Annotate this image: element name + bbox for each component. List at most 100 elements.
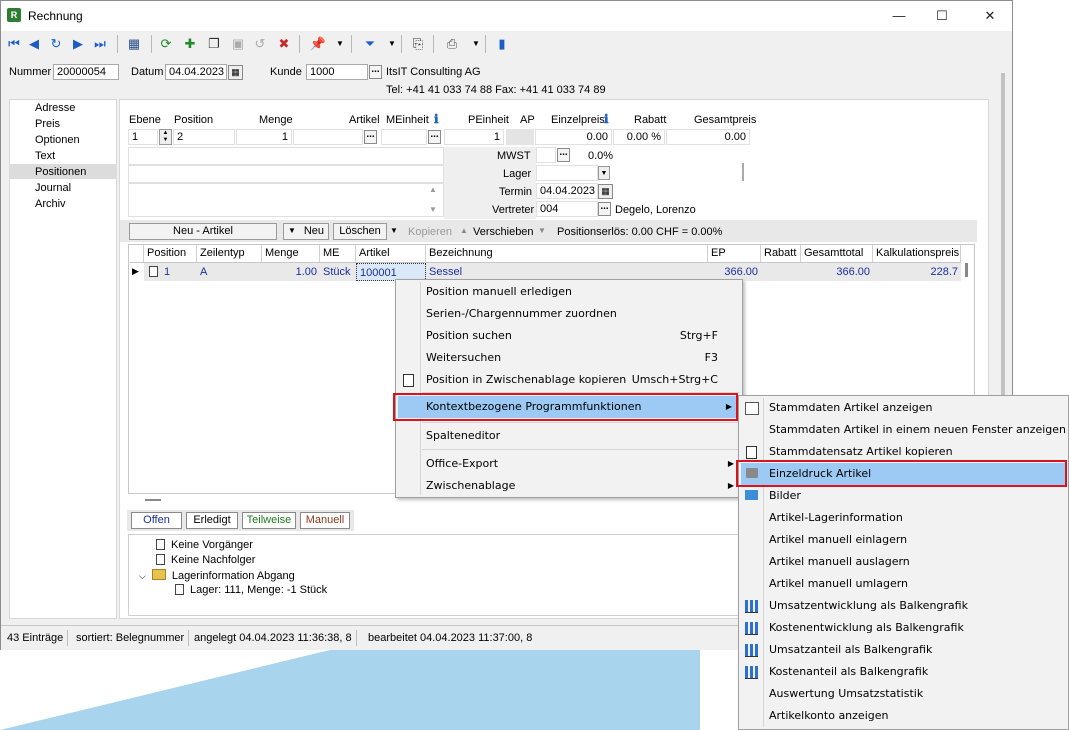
submenu-item-auslagern[interactable]: Artikel manuell auslagern	[739, 551, 1068, 573]
save-disk-icon[interactable]: ▮	[493, 35, 511, 53]
minimize-button[interactable]: —	[876, 1, 922, 31]
grid-header-kalkulationspreis[interactable]: Kalkulationspreis	[873, 245, 961, 262]
submenu-item-lagerinformation[interactable]: Artikel-Lagerinformation	[739, 507, 1068, 529]
first-record-icon[interactable]: ⏮	[5, 35, 23, 53]
lager-select[interactable]	[536, 165, 598, 181]
save-icon[interactable]: ▣	[229, 35, 247, 53]
submenu-item-stammdaten-neues-fenster[interactable]: Stammdaten Artikel in einem neuen Fenste…	[739, 419, 1068, 441]
undo-icon[interactable]: ↺	[251, 35, 269, 53]
cell-menge[interactable]: 1.00	[262, 263, 320, 281]
nav-item-positionen[interactable]: Positionen	[35, 166, 86, 178]
cell-position[interactable]: 1	[161, 263, 197, 281]
copy-record-icon[interactable]: ❐	[205, 35, 223, 53]
grid-header-ep[interactable]: EP	[708, 245, 761, 262]
datum-field[interactable]: 04.04.2023	[165, 64, 227, 80]
submenu-item-einlagern[interactable]: Artikel manuell einlagern	[739, 529, 1068, 551]
neu-artikel-button[interactable]: Neu - Artikel	[129, 223, 277, 240]
calendar-icon[interactable]: ▦	[598, 184, 613, 199]
grid-header-gesamttotal[interactable]: Gesamttotal	[801, 245, 873, 262]
termin-field[interactable]: 04.04.2023	[536, 183, 598, 199]
kunde-lookup-button[interactable]: ...	[369, 65, 382, 79]
mwst-code-field[interactable]	[536, 147, 556, 163]
grid-header-menge[interactable]: Menge	[262, 245, 320, 262]
previous-record-icon[interactable]: ◀	[25, 35, 43, 53]
print-icon[interactable]: ⎙	[443, 35, 461, 53]
vertreter-field[interactable]: 004	[536, 201, 598, 217]
document-search-icon[interactable]: ⎘	[409, 35, 427, 53]
grid-header-zeilentyp[interactable]: Zeilentyp	[197, 245, 262, 262]
position-spinner[interactable]: ▲ ▼	[159, 129, 172, 145]
maximize-button[interactable]: ☐	[919, 1, 965, 31]
tab-teilweise[interactable]: Teilweise	[242, 512, 296, 529]
nav-item-adresse[interactable]: Adresse	[35, 102, 75, 114]
kopieren-button[interactable]: Kopieren	[408, 226, 452, 238]
tab-manuell[interactable]: Manuell	[300, 512, 350, 529]
mwst-lookup-button[interactable]: ...	[557, 148, 570, 162]
nummer-field[interactable]: 20000054	[53, 64, 119, 80]
grid-header-artikel[interactable]: Artikel	[356, 245, 426, 262]
tree-item-lager[interactable]: Lager: 111, Menge: -1 Stück	[175, 584, 327, 596]
table-view-icon[interactable]: ▦	[125, 35, 143, 53]
last-record-icon[interactable]: ⏭	[91, 35, 109, 53]
submenu-item-umlagern[interactable]: Artikel manuell umlagern	[739, 573, 1068, 595]
meinheit-field[interactable]	[381, 129, 427, 145]
text-line-1[interactable]	[128, 147, 444, 165]
grid-scrollbar-thumb[interactable]	[965, 263, 968, 277]
nav-item-journal[interactable]: Journal	[35, 182, 71, 194]
artikel-lookup-button[interactable]: ...	[364, 130, 377, 144]
sort-up-icon[interactable]: ▲	[460, 226, 468, 235]
scroll-up-icon[interactable]: ▲	[429, 185, 437, 194]
submenu-item-kostenentwicklung[interactable]: Kostenentwicklung als Balkengrafik	[739, 617, 1068, 639]
tree-item-vorgaenger[interactable]: Keine Vorgänger	[156, 539, 253, 551]
reload-icon[interactable]: ⟳	[157, 35, 175, 53]
refresh-record-icon[interactable]: ↻	[47, 35, 65, 53]
nav-item-preis[interactable]: Preis	[35, 118, 60, 130]
chevron-down-icon[interactable]: ▼	[598, 166, 610, 180]
artikel-field[interactable]	[293, 129, 363, 145]
grid-header-bezeichnung[interactable]: Bezeichnung	[426, 245, 708, 262]
cell-me[interactable]: Stück	[320, 263, 356, 281]
grid-header-rabatt[interactable]: Rabatt	[761, 245, 801, 262]
filter-dropdown-icon[interactable]: ▼	[383, 35, 401, 53]
cell-kalkulationspreis[interactable]: 228.7	[873, 263, 961, 281]
info-icon[interactable]: ℹ	[604, 112, 609, 126]
kunde-field[interactable]: 1000	[306, 64, 368, 80]
menu-item-spalteneditor[interactable]: Spalteneditor	[396, 425, 742, 447]
menu-item-weitersuchen[interactable]: Weitersuchen F3	[396, 347, 742, 369]
menu-item-position-suchen[interactable]: Position suchen Strg+F	[396, 325, 742, 347]
vertreter-lookup-button[interactable]: ...	[598, 202, 611, 216]
info-icon[interactable]: ℹ	[434, 112, 439, 126]
calendar-icon[interactable]: ▦	[228, 65, 243, 80]
scroll-down-icon[interactable]: ▼	[429, 205, 437, 214]
loeschen-button[interactable]: Löschen	[333, 223, 387, 240]
tab-erledigt[interactable]: Erledigt	[186, 512, 238, 529]
new-record-icon[interactable]: ✚	[181, 35, 199, 53]
position-field[interactable]: 2	[173, 129, 235, 145]
filter-icon[interactable]: ⏷	[361, 35, 379, 53]
nav-item-text[interactable]: Text	[35, 150, 55, 162]
rabatt-field[interactable]: 0.00 %	[613, 129, 665, 145]
pin-icon[interactable]: 📌	[309, 35, 327, 53]
chevron-down-icon[interactable]: ⌵	[139, 571, 146, 581]
description-textarea[interactable]	[128, 183, 444, 217]
peinheit-field[interactable]: 1	[444, 129, 504, 145]
gesamtpreis-field[interactable]: 0.00	[666, 129, 750, 145]
cell-rabatt[interactable]	[761, 263, 801, 281]
grid-header-me[interactable]: ME	[320, 245, 356, 262]
tree-item-lagerinformation[interactable]: ⌵ Lagerinformation Abgang	[139, 569, 295, 582]
menu-item-office-export[interactable]: Office-Export ▶	[396, 453, 742, 475]
next-record-icon[interactable]: ▶	[69, 35, 87, 53]
pin-dropdown-icon[interactable]: ▼	[331, 35, 349, 53]
menu-item-position-erledigen[interactable]: Position manuell erledigen	[396, 281, 742, 303]
chevron-down-icon[interactable]: ▼	[538, 226, 546, 235]
verschieben-button[interactable]: Verschieben	[473, 226, 534, 238]
chevron-down-icon[interactable]: ▼	[288, 226, 296, 235]
submenu-item-umsatzanteil[interactable]: Umsatzanteil als Balkengrafik	[739, 639, 1068, 661]
submenu-item-umsatzentwicklung[interactable]: Umsatzentwicklung als Balkengrafik	[739, 595, 1068, 617]
grid-header-position[interactable]: Position	[144, 245, 197, 262]
splitter-handle[interactable]	[145, 499, 161, 501]
menu-item-zwischenablage-kopieren[interactable]: Position in Zwischenablage kopieren Umsch…	[396, 369, 742, 391]
menge-field[interactable]: 1	[236, 129, 292, 145]
close-button[interactable]: ✕	[967, 1, 1013, 31]
cell-zeilentyp[interactable]: A	[197, 263, 262, 281]
